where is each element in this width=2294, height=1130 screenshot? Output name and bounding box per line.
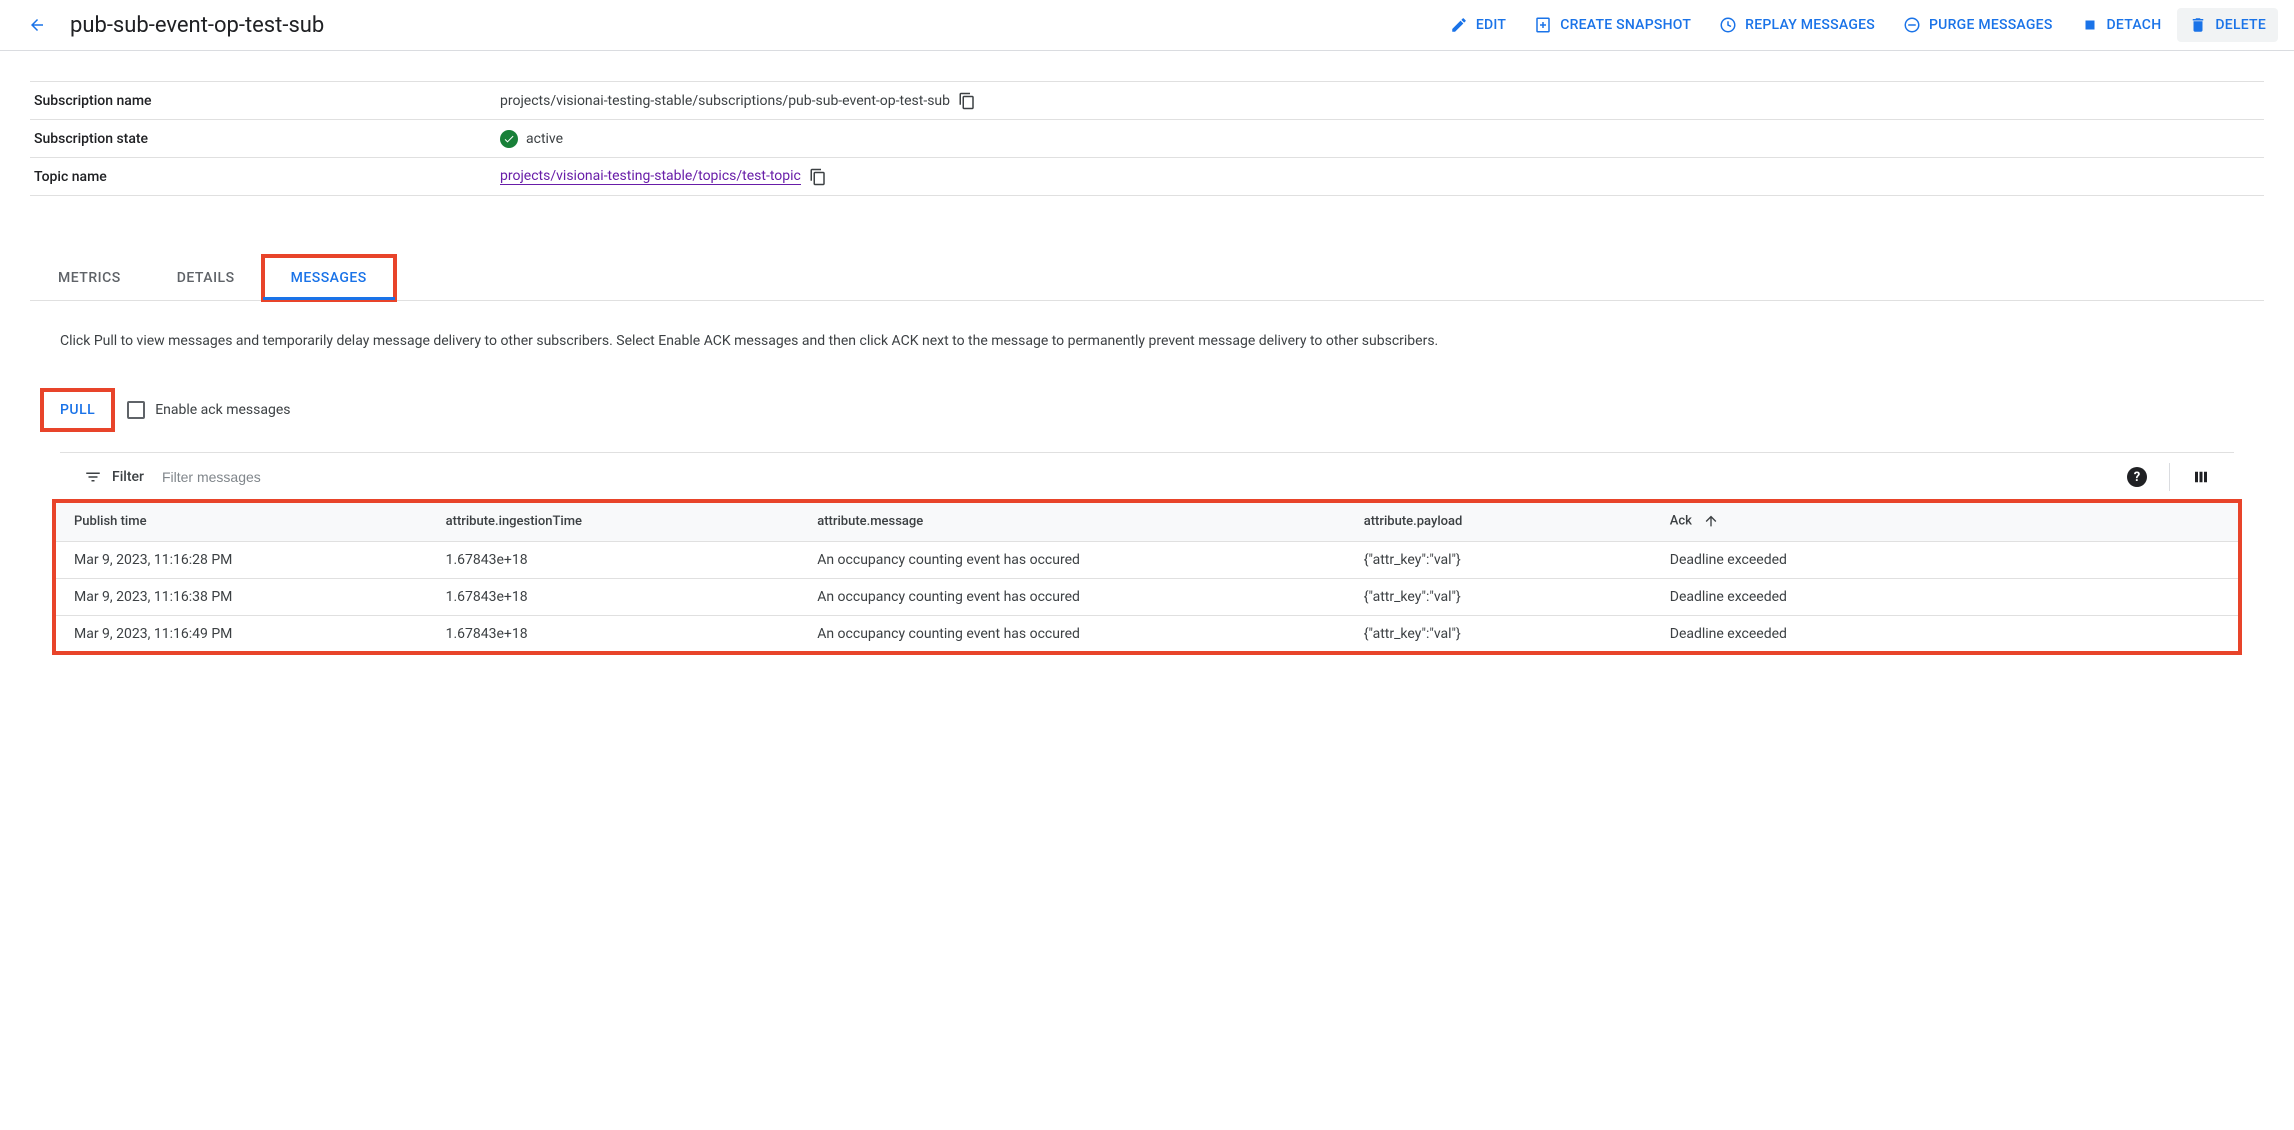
controls-row: PULL Enable ack messages bbox=[44, 392, 2234, 428]
snapshot-label: CREATE SNAPSHOT bbox=[1560, 17, 1691, 33]
cell-message: An occupancy counting event has occured bbox=[797, 616, 1344, 653]
copy-icon[interactable] bbox=[958, 92, 976, 110]
cell-publish_time: Mar 9, 2023, 11:16:28 PM bbox=[54, 542, 426, 579]
detach-button[interactable]: DETACH bbox=[2069, 8, 2174, 42]
divider bbox=[2169, 463, 2170, 491]
topic-name-row: Topic name projects/visionai-testing-sta… bbox=[30, 158, 2264, 196]
cell-message: An occupancy counting event has occured bbox=[797, 542, 1344, 579]
cell-ingestion_time: 1.67843e+18 bbox=[426, 542, 798, 579]
enable-ack-checkbox-wrap[interactable]: Enable ack messages bbox=[127, 401, 290, 419]
cell-payload: {"attr_key":"val"} bbox=[1344, 616, 1650, 653]
messages-table: Publish time attribute.ingestionTime att… bbox=[54, 501, 2240, 653]
filter-input[interactable] bbox=[154, 465, 2117, 489]
filter-icon bbox=[84, 468, 102, 486]
stop-icon bbox=[2081, 16, 2099, 34]
create-snapshot-button[interactable]: CREATE SNAPSHOT bbox=[1522, 8, 1703, 42]
filter-label: Filter bbox=[112, 469, 144, 485]
topic-name-link[interactable]: projects/visionai-testing-stable/topics/… bbox=[500, 168, 801, 185]
help-icon[interactable]: ? bbox=[2127, 467, 2147, 487]
purge-messages-button[interactable]: PURGE MESSAGES bbox=[1891, 8, 2065, 42]
replay-label: REPLAY MESSAGES bbox=[1745, 17, 1875, 33]
cell-ack: Deadline exceeded bbox=[1650, 616, 2240, 653]
edit-button[interactable]: EDIT bbox=[1438, 8, 1518, 42]
subscription-name-label: Subscription name bbox=[30, 93, 500, 109]
delete-label: DELETE bbox=[2215, 17, 2266, 33]
cell-message: An occupancy counting event has occured bbox=[797, 579, 1344, 616]
detach-label: DETACH bbox=[2107, 17, 2162, 33]
col-publish-time[interactable]: Publish time bbox=[54, 501, 426, 542]
tab-bar: METRICS DETAILS MESSAGES bbox=[30, 256, 2264, 301]
subscription-state-label: Subscription state bbox=[30, 131, 500, 147]
messages-table-container: Publish time attribute.ingestionTime att… bbox=[54, 501, 2240, 653]
pencil-icon bbox=[1450, 16, 1468, 34]
cell-ingestion_time: 1.67843e+18 bbox=[426, 616, 798, 653]
edit-label: EDIT bbox=[1476, 17, 1506, 33]
col-ack[interactable]: Ack bbox=[1650, 501, 2240, 542]
purge-label: PURGE MESSAGES bbox=[1929, 17, 2053, 33]
back-button[interactable] bbox=[20, 8, 54, 42]
subscription-state-value: active bbox=[500, 130, 563, 148]
replay-messages-button[interactable]: REPLAY MESSAGES bbox=[1707, 8, 1887, 42]
col-ingestion-time[interactable]: attribute.ingestionTime bbox=[426, 501, 798, 542]
filter-bar: Filter ? bbox=[60, 452, 2234, 501]
messages-tab-content: Click Pull to view messages and temporar… bbox=[30, 301, 2264, 653]
topic-name-label: Topic name bbox=[30, 169, 500, 185]
help-text: Click Pull to view messages and temporar… bbox=[60, 331, 2234, 352]
subscription-name-row: Subscription name projects/visionai-test… bbox=[30, 82, 2264, 120]
state-text: active bbox=[526, 131, 563, 147]
page-title: pub-sub-event-op-test-sub bbox=[70, 13, 324, 38]
cell-ack: Deadline exceeded bbox=[1650, 542, 2240, 579]
cell-publish_time: Mar 9, 2023, 11:16:38 PM bbox=[54, 579, 426, 616]
enable-ack-label: Enable ack messages bbox=[155, 402, 290, 418]
table-row: Mar 9, 2023, 11:16:38 PM1.67843e+18An oc… bbox=[54, 579, 2240, 616]
purge-icon bbox=[1903, 16, 1921, 34]
details-section: Subscription name projects/visionai-test… bbox=[30, 81, 2264, 196]
columns-icon[interactable] bbox=[2192, 468, 2210, 486]
topic-name-value: projects/visionai-testing-stable/topics/… bbox=[500, 168, 827, 186]
tab-messages[interactable]: MESSAGES bbox=[263, 256, 395, 300]
col-payload[interactable]: attribute.payload bbox=[1344, 501, 1650, 542]
col-ack-label: Ack bbox=[1670, 513, 1692, 528]
clock-icon bbox=[1719, 16, 1737, 34]
cell-ack: Deadline exceeded bbox=[1650, 579, 2240, 616]
cell-payload: {"attr_key":"val"} bbox=[1344, 579, 1650, 616]
table-header-row: Publish time attribute.ingestionTime att… bbox=[54, 501, 2240, 542]
cell-ingestion_time: 1.67843e+18 bbox=[426, 579, 798, 616]
subscription-name-text: projects/visionai-testing-stable/subscri… bbox=[500, 93, 950, 109]
enable-ack-checkbox[interactable] bbox=[127, 401, 145, 419]
action-buttons: EDIT CREATE SNAPSHOT REPLAY MESSAGES PUR… bbox=[1438, 8, 2278, 42]
subscription-name-value: projects/visionai-testing-stable/subscri… bbox=[500, 92, 976, 110]
cell-payload: {"attr_key":"val"} bbox=[1344, 542, 1650, 579]
sort-ascending-icon bbox=[1703, 513, 1719, 529]
status-check-icon bbox=[500, 130, 518, 148]
tab-metrics[interactable]: METRICS bbox=[30, 256, 149, 300]
table-row: Mar 9, 2023, 11:16:49 PM1.67843e+18An oc… bbox=[54, 616, 2240, 653]
subscription-state-row: Subscription state active bbox=[30, 120, 2264, 158]
tab-details[interactable]: DETAILS bbox=[149, 256, 263, 300]
pull-button[interactable]: PULL bbox=[44, 392, 111, 428]
copy-icon[interactable] bbox=[809, 168, 827, 186]
col-message[interactable]: attribute.message bbox=[797, 501, 1344, 542]
cell-publish_time: Mar 9, 2023, 11:16:49 PM bbox=[54, 616, 426, 653]
page-header: pub-sub-event-op-test-sub EDIT CREATE SN… bbox=[0, 0, 2294, 51]
arrow-left-icon bbox=[28, 16, 46, 34]
snapshot-icon bbox=[1534, 16, 1552, 34]
main-content: Subscription name projects/visionai-test… bbox=[0, 81, 2294, 653]
trash-icon bbox=[2189, 16, 2207, 34]
table-row: Mar 9, 2023, 11:16:28 PM1.67843e+18An oc… bbox=[54, 542, 2240, 579]
delete-button[interactable]: DELETE bbox=[2177, 8, 2278, 42]
